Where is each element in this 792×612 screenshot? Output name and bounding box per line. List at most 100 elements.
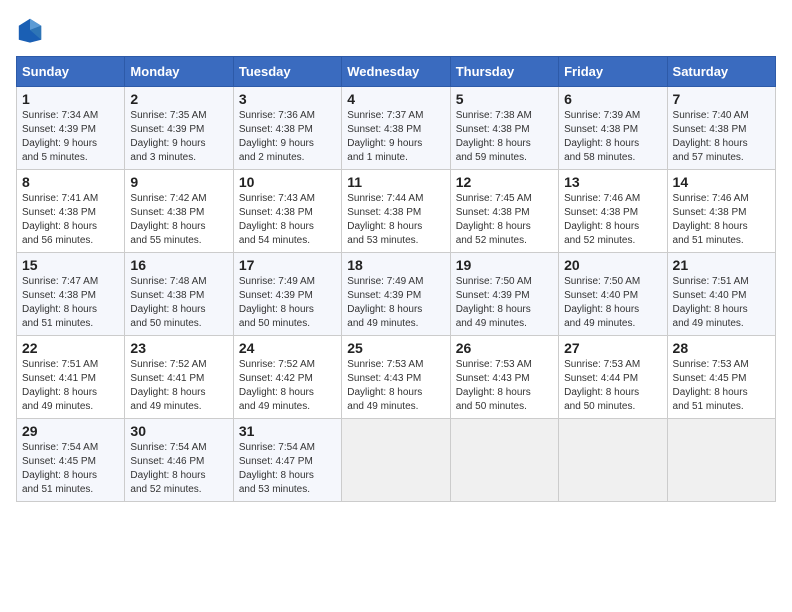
day-info: Sunrise: 7:46 AMSunset: 4:38 PMDaylight:… <box>564 192 661 248</box>
day-info: Sunrise: 7:47 AMSunset: 4:38 PMDaylight:… <box>22 275 119 331</box>
day-info: Sunrise: 7:53 AMSunset: 4:44 PMDaylight:… <box>564 358 661 414</box>
day-number: 18 <box>347 257 444 273</box>
day-info: Sunrise: 7:50 AMSunset: 4:39 PMDaylight:… <box>456 275 553 331</box>
calendar-cell: 22 Sunrise: 7:51 AMSunset: 4:41 PMDayligh… <box>17 336 125 419</box>
week-row-5: 29 Sunrise: 7:54 AMSunset: 4:45 PMDayligh… <box>17 419 776 502</box>
day-info: Sunrise: 7:37 AMSunset: 4:38 PMDaylight:… <box>347 109 444 165</box>
day-info: Sunrise: 7:51 AMSunset: 4:40 PMDaylight:… <box>673 275 770 331</box>
day-number: 6 <box>564 91 661 107</box>
day-info: Sunrise: 7:53 AMSunset: 4:43 PMDaylight:… <box>347 358 444 414</box>
day-number: 21 <box>673 257 770 273</box>
day-info: Sunrise: 7:53 AMSunset: 4:43 PMDaylight:… <box>456 358 553 414</box>
day-number: 20 <box>564 257 661 273</box>
calendar-cell: 6Sunrise: 7:39 AMSunset: 4:38 PMDaylight… <box>559 87 667 170</box>
day-info: Sunrise: 7:36 AMSunset: 4:38 PMDaylight:… <box>239 109 336 165</box>
day-number: 23 <box>130 340 227 356</box>
day-info: Sunrise: 7:38 AMSunset: 4:38 PMDaylight:… <box>456 109 553 165</box>
calendar-table: SundayMondayTuesdayWednesdayThursdayFrid… <box>16 56 776 502</box>
calendar-cell: 15 Sunrise: 7:47 AMSunset: 4:38 PMDayligh… <box>17 253 125 336</box>
calendar-cell: 26 Sunrise: 7:53 AMSunset: 4:43 PMDayligh… <box>450 336 558 419</box>
day-info: Sunrise: 7:44 AMSunset: 4:38 PMDaylight:… <box>347 192 444 248</box>
calendar-cell: 3Sunrise: 7:36 AMSunset: 4:38 PMDaylight… <box>233 87 341 170</box>
day-info: Sunrise: 7:52 AMSunset: 4:42 PMDaylight:… <box>239 358 336 414</box>
calendar-cell: 29 Sunrise: 7:54 AMSunset: 4:45 PMDayligh… <box>17 419 125 502</box>
calendar-cell: 5 Sunrise: 7:38 AMSunset: 4:38 PMDaylight… <box>450 87 558 170</box>
day-info: Sunrise: 7:51 AMSunset: 4:41 PMDaylight:… <box>22 358 119 414</box>
day-info: Sunrise: 7:48 AMSunset: 4:38 PMDaylight:… <box>130 275 227 331</box>
day-info: Sunrise: 7:49 AMSunset: 4:39 PMDaylight:… <box>239 275 336 331</box>
week-row-1: 1 Sunrise: 7:34 AMSunset: 4:39 PMDaylight… <box>17 87 776 170</box>
day-number: 19 <box>456 257 553 273</box>
day-number: 16 <box>130 257 227 273</box>
day-number: 22 <box>22 340 119 356</box>
calendar-cell: 24 Sunrise: 7:52 AMSunset: 4:42 PMDayligh… <box>233 336 341 419</box>
calendar-cell: 13 Sunrise: 7:46 AMSunset: 4:38 PMDayligh… <box>559 170 667 253</box>
day-info: Sunrise: 7:34 AMSunset: 4:39 PMDaylight:… <box>22 109 119 165</box>
day-info: Sunrise: 7:43 AMSunset: 4:38 PMDaylight:… <box>239 192 336 248</box>
header <box>16 16 776 44</box>
calendar-cell: 12 Sunrise: 7:45 AMSunset: 4:38 PMDayligh… <box>450 170 558 253</box>
calendar-header: SundayMondayTuesdayWednesdayThursdayFrid… <box>17 57 776 87</box>
day-info: Sunrise: 7:35 AMSunset: 4:39 PMDaylight:… <box>130 109 227 165</box>
calendar-cell <box>342 419 450 502</box>
logo <box>16 16 48 44</box>
calendar-cell: 20Sunrise: 7:50 AMSunset: 4:40 PMDayligh… <box>559 253 667 336</box>
day-number: 14 <box>673 174 770 190</box>
day-number: 10 <box>239 174 336 190</box>
header-day-friday: Friday <box>559 57 667 87</box>
day-info: Sunrise: 7:40 AMSunset: 4:38 PMDaylight:… <box>673 109 770 165</box>
day-number: 15 <box>22 257 119 273</box>
day-number: 27 <box>564 340 661 356</box>
calendar-cell: 19 Sunrise: 7:50 AMSunset: 4:39 PMDayligh… <box>450 253 558 336</box>
header-day-saturday: Saturday <box>667 57 775 87</box>
logo-icon <box>16 16 44 44</box>
calendar-cell: 31 Sunrise: 7:54 AMSunset: 4:47 PMDayligh… <box>233 419 341 502</box>
calendar-cell: 7 Sunrise: 7:40 AMSunset: 4:38 PMDaylight… <box>667 87 775 170</box>
calendar-cell: 30Sunrise: 7:54 AMSunset: 4:46 PMDayligh… <box>125 419 233 502</box>
header-day-thursday: Thursday <box>450 57 558 87</box>
day-info: Sunrise: 7:46 AMSunset: 4:38 PMDaylight:… <box>673 192 770 248</box>
day-info: Sunrise: 7:54 AMSunset: 4:47 PMDaylight:… <box>239 441 336 497</box>
day-info: Sunrise: 7:45 AMSunset: 4:38 PMDaylight:… <box>456 192 553 248</box>
day-number: 12 <box>456 174 553 190</box>
day-number: 5 <box>456 91 553 107</box>
day-number: 4 <box>347 91 444 107</box>
day-number: 31 <box>239 423 336 439</box>
calendar-cell: 21 Sunrise: 7:51 AMSunset: 4:40 PMDayligh… <box>667 253 775 336</box>
calendar-body: 1 Sunrise: 7:34 AMSunset: 4:39 PMDaylight… <box>17 87 776 502</box>
day-number: 9 <box>130 174 227 190</box>
day-number: 11 <box>347 174 444 190</box>
calendar-cell <box>667 419 775 502</box>
day-number: 7 <box>673 91 770 107</box>
calendar-cell: 28 Sunrise: 7:53 AMSunset: 4:45 PMDayligh… <box>667 336 775 419</box>
calendar-cell: 1 Sunrise: 7:34 AMSunset: 4:39 PMDaylight… <box>17 87 125 170</box>
header-day-sunday: Sunday <box>17 57 125 87</box>
calendar-cell: 11 Sunrise: 7:44 AMSunset: 4:38 PMDayligh… <box>342 170 450 253</box>
calendar-cell: 10 Sunrise: 7:43 AMSunset: 4:38 PMDayligh… <box>233 170 341 253</box>
day-number: 26 <box>456 340 553 356</box>
day-number: 24 <box>239 340 336 356</box>
calendar-cell: 8Sunrise: 7:41 AMSunset: 4:38 PMDaylight… <box>17 170 125 253</box>
day-info: Sunrise: 7:53 AMSunset: 4:45 PMDaylight:… <box>673 358 770 414</box>
day-number: 17 <box>239 257 336 273</box>
day-number: 28 <box>673 340 770 356</box>
calendar-cell: 23 Sunrise: 7:52 AMSunset: 4:41 PMDayligh… <box>125 336 233 419</box>
day-info: Sunrise: 7:54 AMSunset: 4:46 PMDaylight:… <box>130 441 227 497</box>
day-info: Sunrise: 7:52 AMSunset: 4:41 PMDaylight:… <box>130 358 227 414</box>
calendar-cell: 18Sunrise: 7:49 AMSunset: 4:39 PMDayligh… <box>342 253 450 336</box>
calendar-cell: 9Sunrise: 7:42 AMSunset: 4:38 PMDaylight… <box>125 170 233 253</box>
day-info: Sunrise: 7:54 AMSunset: 4:45 PMDaylight:… <box>22 441 119 497</box>
week-row-4: 22 Sunrise: 7:51 AMSunset: 4:41 PMDayligh… <box>17 336 776 419</box>
header-day-tuesday: Tuesday <box>233 57 341 87</box>
header-row: SundayMondayTuesdayWednesdayThursdayFrid… <box>17 57 776 87</box>
week-row-2: 8Sunrise: 7:41 AMSunset: 4:38 PMDaylight… <box>17 170 776 253</box>
day-number: 25 <box>347 340 444 356</box>
calendar-cell <box>450 419 558 502</box>
calendar-cell: 4 Sunrise: 7:37 AMSunset: 4:38 PMDaylight… <box>342 87 450 170</box>
day-number: 29 <box>22 423 119 439</box>
day-number: 1 <box>22 91 119 107</box>
calendar-cell: 14 Sunrise: 7:46 AMSunset: 4:38 PMDayligh… <box>667 170 775 253</box>
header-day-wednesday: Wednesday <box>342 57 450 87</box>
calendar-cell: 27 Sunrise: 7:53 AMSunset: 4:44 PMDayligh… <box>559 336 667 419</box>
day-number: 13 <box>564 174 661 190</box>
